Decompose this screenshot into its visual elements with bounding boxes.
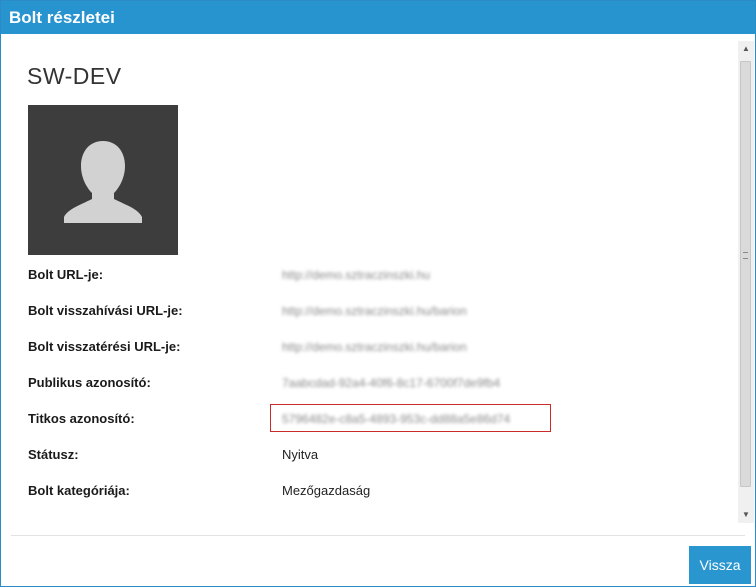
scroll-thumb[interactable] bbox=[740, 61, 751, 487]
scroll-up-arrow-icon[interactable]: ▲ bbox=[738, 41, 754, 57]
shop-details-dialog: Bolt részletei SW-DEV Bolt URL-je: http:… bbox=[0, 0, 756, 587]
field-label: Bolt kategóriája: bbox=[28, 483, 130, 498]
field-label: Státusz: bbox=[28, 447, 79, 462]
user-silhouette-icon bbox=[64, 141, 142, 223]
field-label: Bolt visszatérési URL-je: bbox=[28, 339, 181, 354]
field-value-status: Nyitva bbox=[282, 447, 319, 462]
shop-name: SW-DEV bbox=[27, 63, 122, 89]
field-label: Bolt URL-je: bbox=[28, 267, 104, 282]
dialog-content: SW-DEV Bolt URL-je: http://demo.sztraczi… bbox=[1, 35, 737, 523]
secret-id-highlight-box bbox=[270, 404, 551, 432]
field-label: Publikus azonosító: bbox=[28, 375, 151, 390]
back-button[interactable]: Vissza bbox=[689, 546, 751, 584]
field-value-callback-url: http://demo.sztraczinszki.hu/barion bbox=[282, 304, 467, 318]
vertical-scrollbar[interactable]: ▲ ▼ bbox=[738, 41, 754, 523]
scroll-down-arrow-icon[interactable]: ▼ bbox=[738, 507, 754, 523]
field-label: Titkos azonosító: bbox=[28, 411, 135, 426]
scroll-grip-icon bbox=[743, 252, 748, 259]
field-label: Bolt visszahívási URL-je: bbox=[28, 303, 183, 318]
field-value-return-url: http://demo.sztraczinszki.hu/barion bbox=[282, 340, 467, 354]
footer-divider bbox=[11, 535, 745, 536]
dialog-title: Bolt részletei bbox=[1, 1, 755, 34]
more-content-indicator: ····· bbox=[28, 521, 60, 523]
field-value-public-id: 7aabcdad-92a4-40f6-8c17-6700f7de9fb4 bbox=[282, 376, 501, 390]
field-value-shop-url: http://demo.sztraczinszki.hu bbox=[282, 268, 431, 282]
shop-avatar bbox=[28, 105, 178, 255]
field-value-category: Mezőgazdaság bbox=[282, 483, 371, 498]
